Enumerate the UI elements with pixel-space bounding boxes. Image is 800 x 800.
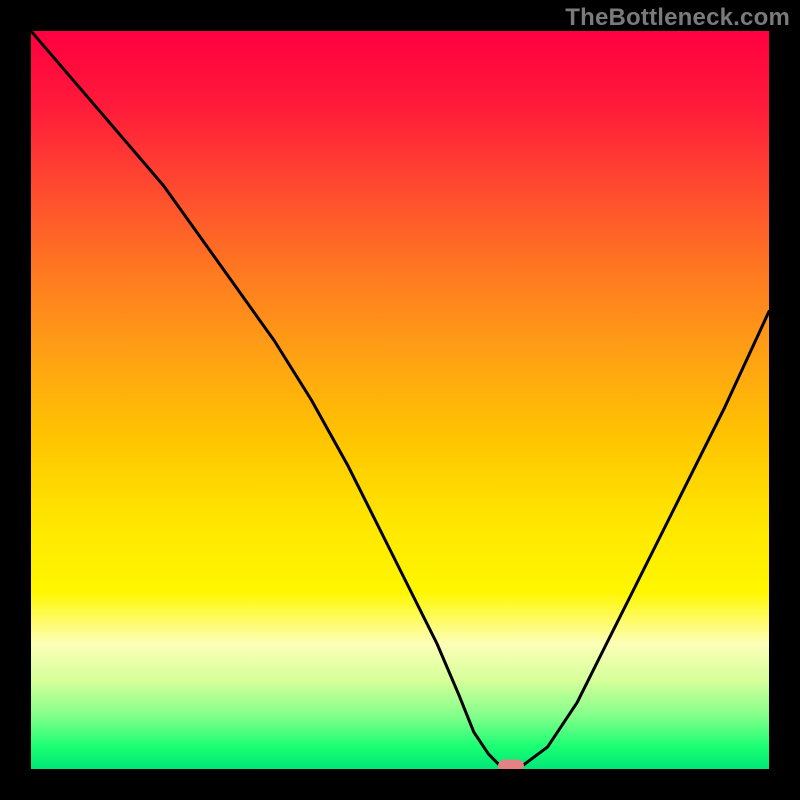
optimal-marker <box>498 760 524 770</box>
watermark-text: TheBottleneck.com <box>565 4 790 32</box>
chart-frame: TheBottleneck.com <box>0 0 800 800</box>
plot-area <box>31 31 769 769</box>
bottleneck-curve <box>31 31 769 769</box>
